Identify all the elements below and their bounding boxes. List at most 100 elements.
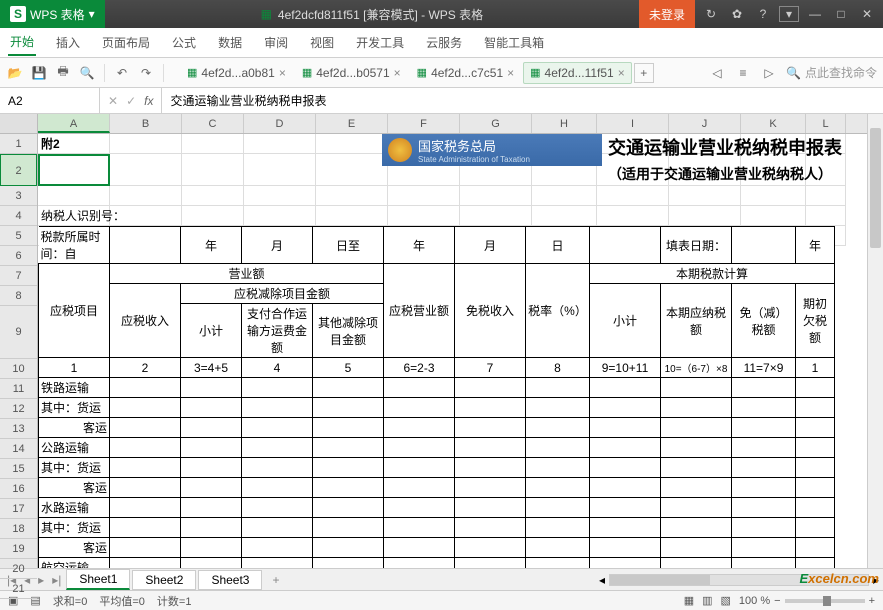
view-page-icon[interactable]: ▥ — [702, 594, 712, 607]
row-header[interactable]: 10 — [0, 359, 37, 379]
form-title: 交通运输业营业税纳税申报表 — [608, 134, 842, 160]
row-header[interactable]: 17 — [0, 499, 37, 519]
print-icon[interactable]: 🖶 — [54, 64, 72, 82]
menu-insert[interactable]: 插入 — [54, 30, 82, 55]
scrollbar-thumb[interactable] — [870, 128, 881, 248]
menu-data[interactable]: 数据 — [216, 30, 244, 55]
file-tab[interactable]: ▦4ef2d...11f51× — [523, 62, 632, 84]
row-header[interactable]: 18 — [0, 519, 37, 539]
col-header[interactable]: G — [460, 114, 532, 133]
menu-smart[interactable]: 智能工具箱 — [482, 30, 546, 55]
sync-icon[interactable]: ↻ — [701, 7, 721, 21]
menu-review[interactable]: 审阅 — [262, 30, 290, 55]
row-header[interactable]: 1 — [0, 134, 37, 154]
col-header[interactable]: J — [669, 114, 741, 133]
row-header[interactable]: 15 — [0, 459, 37, 479]
zoom-in-icon[interactable]: + — [869, 595, 875, 607]
row-header[interactable]: 13 — [0, 419, 37, 439]
open-icon[interactable]: 📂 — [6, 64, 24, 82]
sheet-tab[interactable]: Sheet3 — [198, 570, 262, 590]
row-header[interactable]: 7 — [0, 266, 37, 286]
file-tab[interactable]: ▦4ef2d...a0b81× — [180, 62, 293, 84]
col-header[interactable]: E — [316, 114, 388, 133]
preview-icon[interactable]: 🔍 — [78, 64, 96, 82]
row-header[interactable]: 6 — [0, 246, 37, 266]
menu-formula[interactable]: 公式 — [170, 30, 198, 55]
scrollbar-thumb[interactable] — [610, 575, 710, 585]
vertical-scrollbar[interactable] — [867, 114, 883, 568]
row-header[interactable]: 2 — [0, 154, 37, 186]
cancel-icon[interactable]: ✕ — [108, 94, 118, 108]
menu-start[interactable]: 开始 — [8, 29, 36, 56]
col-header[interactable]: D — [244, 114, 316, 133]
add-tab-button[interactable]: + — [634, 63, 654, 83]
col-header[interactable]: I — [597, 114, 669, 133]
redo-icon[interactable]: ↷ — [137, 64, 155, 82]
close-button[interactable]: ✕ — [857, 7, 877, 21]
excel-icon: ▦ — [261, 7, 272, 21]
col-header[interactable]: C — [182, 114, 244, 133]
menu-cloud[interactable]: 云服务 — [424, 30, 464, 55]
menu-layout[interactable]: 页面布局 — [100, 30, 152, 55]
col-header[interactable]: B — [110, 114, 182, 133]
command-search[interactable]: 🔍 点此查找命令 — [786, 64, 877, 81]
view-break-icon[interactable]: ▧ — [721, 594, 731, 607]
col-header[interactable]: L — [806, 114, 846, 133]
grid[interactable]: A B C D E F G H I J K L 附2 纳税人识别号： 纳税人名称… — [38, 114, 883, 568]
row-header[interactable]: 3 — [0, 186, 37, 206]
zoom-control[interactable]: 100 % − + — [739, 595, 875, 607]
close-icon[interactable]: × — [618, 66, 625, 80]
row-header[interactable]: 9 — [0, 306, 37, 359]
save-icon[interactable]: 💾 — [30, 64, 48, 82]
add-sheet-button[interactable]: + — [264, 571, 287, 589]
row-header[interactable]: 16 — [0, 479, 37, 499]
status-count: 计数=1 — [157, 593, 192, 609]
name-box[interactable]: A2 — [0, 88, 100, 113]
file-tab[interactable]: ▦4ef2d...c7c51× — [410, 62, 521, 84]
cell[interactable]: 纳税人识别号： — [38, 206, 110, 226]
zoom-slider[interactable] — [785, 599, 865, 603]
skin-icon[interactable]: ✿ — [727, 7, 747, 21]
ribbon-right-icon[interactable]: ▷ — [760, 64, 778, 82]
active-cell[interactable] — [38, 154, 110, 186]
ribbon-left-icon[interactable]: ◁ — [708, 64, 726, 82]
help-icon[interactable]: ? — [753, 7, 773, 21]
col-header[interactable]: H — [532, 114, 597, 133]
menu-dev[interactable]: 开发工具 — [354, 30, 406, 55]
sheet-tab[interactable]: Sheet1 — [66, 569, 130, 590]
col-header[interactable]: A — [38, 114, 110, 133]
select-all-corner[interactable] — [0, 114, 37, 134]
zoom-out-icon[interactable]: − — [774, 595, 780, 607]
row-header[interactable]: 14 — [0, 439, 37, 459]
close-icon[interactable]: × — [394, 66, 401, 80]
login-button[interactable]: 未登录 — [639, 0, 695, 28]
maximize-button[interactable]: □ — [831, 7, 851, 21]
col-header[interactable]: F — [388, 114, 460, 133]
view-normal-icon[interactable]: ▦ — [684, 594, 694, 607]
row-header[interactable]: 5 — [0, 226, 37, 246]
formula-input[interactable]: 交通运输业营业税纳税申报表 — [162, 92, 883, 109]
row-header[interactable]: 19 — [0, 539, 37, 559]
row-header[interactable]: 11 — [0, 379, 37, 399]
close-icon[interactable]: × — [279, 66, 286, 80]
ribbon-menu-icon[interactable]: ≡ — [734, 64, 752, 82]
row-header[interactable]: 12 — [0, 399, 37, 419]
accept-icon[interactable]: ✓ — [126, 94, 136, 108]
file-tab[interactable]: ▦4ef2d...b0571× — [295, 62, 408, 84]
last-sheet-icon[interactable]: ▸| — [49, 573, 64, 587]
row-header[interactable]: 21 — [0, 579, 37, 599]
undo-icon[interactable]: ↶ — [113, 64, 131, 82]
row-header[interactable]: 8 — [0, 286, 37, 306]
collapse-icon[interactable]: ▾ — [779, 6, 799, 22]
col-header[interactable]: K — [741, 114, 806, 133]
app-logo[interactable]: S WPS 表格 ▾ — [0, 0, 105, 28]
sheet-tab[interactable]: Sheet2 — [132, 570, 196, 590]
minimize-button[interactable]: — — [805, 7, 825, 21]
hscroll-left-icon[interactable]: ◂ — [599, 573, 605, 587]
menu-view[interactable]: 视图 — [308, 30, 336, 55]
row-header[interactable]: 4 — [0, 206, 37, 226]
row-header[interactable]: 20 — [0, 559, 37, 579]
close-icon[interactable]: × — [507, 66, 514, 80]
fx-icon[interactable]: fx — [144, 94, 153, 108]
cell[interactable]: 附2 — [38, 134, 110, 154]
